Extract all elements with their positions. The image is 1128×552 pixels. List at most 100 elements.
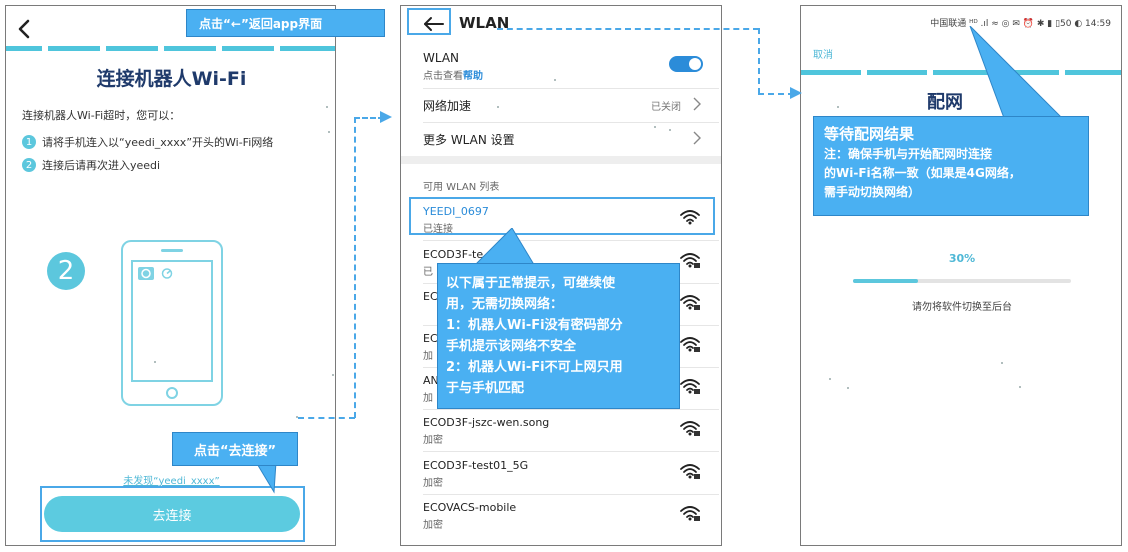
highlight-box [407, 8, 451, 35]
phone-screen [131, 260, 213, 382]
callout-pointer [969, 26, 1063, 118]
callout-line: 于与手机匹配 [446, 381, 525, 396]
progress-steps [6, 46, 335, 52]
dashed-connector [298, 417, 355, 419]
lock-icon [694, 389, 700, 394]
callout-normal-tip: 以下属于正常提示，可继续使 用，无需切换网络： 1：机器人Wi-Fi没有密码部分… [437, 263, 680, 409]
step-segment [164, 46, 216, 51]
network-status: 加 [423, 393, 433, 404]
dashed-connector [497, 28, 759, 30]
step-number-badge: 1 [22, 135, 36, 149]
decor-dot [326, 106, 328, 108]
help-link[interactable]: 帮助 [463, 71, 483, 82]
step-text: 连接后请再次进入yeedi [42, 159, 161, 172]
decor-dot [332, 374, 334, 376]
page-title: 配网 [927, 92, 963, 113]
network-name: ECOVACS-mobile [423, 501, 517, 514]
not-found-link[interactable]: 未发现“yeedi_xxxx” [6, 472, 335, 487]
callout-line: 2：机器人Wi-Fi不可上网只用 [446, 360, 623, 375]
callout-line: 需手动切换网络） [824, 185, 921, 199]
chevron-right-icon [693, 131, 701, 145]
divider [423, 88, 719, 89]
callout-title: 等待配网结果 [824, 125, 915, 143]
lock-icon [694, 516, 700, 521]
progress-bar [853, 279, 1071, 283]
callout-line: 的Wi-Fi名称一致（如果是4G网络， [824, 166, 1021, 180]
callout-pointer [471, 228, 537, 268]
decor-dot [154, 361, 156, 363]
instruction-step: 1 请将手机连入以“yeedi_xxxx”开头的Wi-Fi网络 [22, 134, 273, 150]
step-segment [280, 46, 335, 51]
wlan-help-prefix: 点击查看 [423, 71, 463, 82]
network-name: ECOD3F-test01_5G [423, 459, 529, 472]
decor-dot [837, 106, 839, 108]
chevron-right-icon [693, 97, 701, 111]
decor-dot [847, 387, 849, 389]
network-name: EC [423, 332, 438, 345]
network-status: 加密 [423, 520, 443, 531]
decor-dot [1019, 386, 1021, 388]
wifi-network-item[interactable]: ECOD3F-test01_5G 加密 [401, 453, 721, 495]
progress-fill [853, 279, 919, 283]
available-networks-title: 可用 WLAN 列表 [423, 182, 500, 193]
wifi-network-item[interactable]: ECOD3F-jszc-wen.song 加密 [401, 410, 721, 452]
decor-dot [554, 79, 556, 81]
wlan-label: WLAN [423, 51, 460, 65]
dashed-connector [354, 117, 356, 418]
step-segment [106, 46, 158, 51]
progress-percent: 30% [948, 252, 976, 265]
network-boost-label[interactable]: 网络加速 [423, 97, 471, 114]
callout-go-connect: 点击“去连接” [172, 432, 298, 466]
callout-line: 手机提示该网络不安全 [446, 339, 577, 354]
step-text: 请将手机连入以“yeedi_xxxx”开头的Wi-Fi网络 [42, 136, 274, 149]
step-number-large: 2 [47, 252, 85, 290]
callout-back-to-app: 点击“←”返回app界面 [186, 9, 385, 37]
section-divider [401, 156, 721, 164]
step-segment [801, 70, 861, 75]
phone-home-button [166, 387, 178, 399]
wifi-network-item[interactable]: ECOVACS-mobile 加密 [401, 495, 721, 537]
decor-dot [669, 129, 671, 131]
lock-icon [694, 431, 700, 436]
network-boost-value: 已关闭 [651, 102, 681, 113]
network-status: 加密 [423, 478, 443, 489]
decor-dot [829, 378, 831, 380]
step-segment [48, 46, 100, 51]
more-wlan-settings[interactable]: 更多 WLAN 设置 [423, 131, 515, 148]
intro-text: 连接机器人Wi-Fi超时，您可以： [22, 109, 181, 122]
phone-speaker [161, 249, 183, 252]
wlan-toggle[interactable] [669, 56, 703, 72]
divider [423, 122, 719, 123]
decor-dot [654, 126, 656, 128]
wlan-help-text: 点击查看帮助 [423, 67, 483, 82]
step-segment [6, 46, 42, 51]
lock-icon [694, 474, 700, 479]
lock-icon [694, 347, 700, 352]
callout-line: 注：确保手机与开始配网时连接 [824, 147, 993, 161]
arrow-head-icon [790, 87, 802, 99]
highlight-box [409, 197, 715, 235]
lock-icon [694, 263, 700, 268]
background-hint: 请勿将软件切换至后台 [912, 302, 1012, 313]
page-title: 连接机器人Wi-Fi [96, 68, 247, 90]
arrow-head-icon [380, 111, 392, 123]
callout-wait-result: 等待配网结果 注：确保手机与开始配网时连接 的Wi-Fi名称一致（如果是4G网络… [813, 116, 1089, 216]
dashed-connector [758, 93, 794, 95]
decor-dot [1001, 362, 1003, 364]
step-segment [222, 46, 274, 51]
network-name: ECOD3F-jszc-wen.song [423, 416, 550, 429]
go-connect-button[interactable]: 去连接 [44, 496, 300, 532]
lock-icon [694, 305, 700, 310]
back-chevron-icon[interactable] [14, 18, 36, 40]
cancel-link[interactable]: 取消 [813, 46, 833, 61]
callout-line: 用，无需切换网络： [446, 297, 564, 312]
instruction-step: 2 连接后请再次进入yeedi [22, 157, 160, 173]
app-icons [138, 267, 173, 280]
phone-illustration [121, 240, 223, 406]
network-status: 加密 [423, 435, 443, 446]
step-segment [867, 70, 927, 75]
callout-line: 以下属于正常提示，可继续使 [446, 276, 616, 291]
network-name: EC [423, 290, 438, 303]
decor-dot [328, 131, 330, 133]
divider [423, 451, 719, 452]
